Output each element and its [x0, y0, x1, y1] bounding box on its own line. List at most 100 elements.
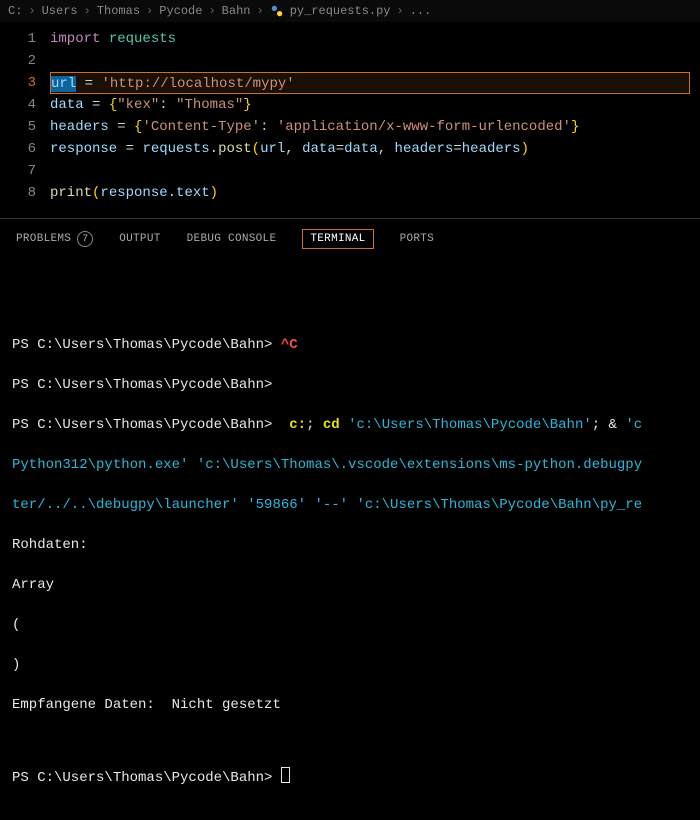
line-number: 1	[0, 28, 36, 50]
breadcrumb-part[interactable]: Users	[42, 4, 78, 18]
variable-selected: url	[51, 76, 76, 92]
terminal-cursor	[281, 767, 290, 783]
terminal-output: (	[12, 615, 688, 635]
cmd-continuation: ter/../..\debugpy\launcher' '59866' '--'…	[12, 497, 642, 513]
line-number: 4	[0, 94, 36, 116]
code-area[interactable]: import requests url = 'http://localhost/…	[50, 28, 700, 204]
argument: url	[260, 141, 285, 157]
cmd-continuation: Python312\python.exe' 'c:\Users\Thomas\.…	[12, 457, 642, 473]
brace: }	[243, 97, 251, 113]
breadcrumb-part[interactable]: Thomas	[97, 4, 140, 18]
colon: :	[260, 119, 277, 135]
comma: ,	[378, 141, 395, 157]
tab-label: OUTPUT	[119, 233, 160, 245]
dot: .	[168, 185, 176, 201]
terminal-line: Python312\python.exe' 'c:\Users\Thomas\.…	[12, 455, 688, 475]
line-number: 6	[0, 138, 36, 160]
terminal-output: Rohdaten:	[12, 535, 688, 555]
tab-terminal[interactable]: TERMINAL	[302, 229, 373, 249]
breadcrumb-part[interactable]: Bahn	[222, 4, 251, 18]
operator: =	[84, 97, 109, 113]
ctrl-c: ^C	[281, 337, 298, 353]
prompt: PS C:\Users\Thomas\Pycode\Bahn>	[12, 337, 272, 353]
chevron-right-icon: ›	[146, 4, 153, 18]
terminal-line: ter/../..\debugpy\launcher' '59866' '--'…	[12, 495, 688, 515]
line-number: 8	[0, 182, 36, 204]
variable: response	[50, 141, 117, 157]
chevron-right-icon: ›	[28, 4, 35, 18]
terminal-line: PS C:\Users\Thomas\Pycode\Bahn>	[12, 375, 688, 395]
comma: ,	[285, 141, 302, 157]
string-literal: 'Content-Type'	[142, 119, 260, 135]
python-file-icon	[270, 4, 284, 18]
string-literal: "Thomas"	[176, 97, 243, 113]
terminal-panel[interactable]: PS C:\Users\Thomas\Pycode\Bahn> ^C PS C:…	[0, 261, 700, 820]
variable: response	[100, 185, 167, 201]
chevron-right-icon: ›	[208, 4, 215, 18]
operator: =	[109, 119, 134, 135]
code-line[interactable]	[50, 160, 700, 182]
kwarg-value: headers	[462, 141, 521, 157]
operator: =	[336, 141, 344, 157]
kwarg-name: data	[302, 141, 336, 157]
paren: )	[521, 141, 529, 157]
tab-debug-console[interactable]: DEBUG CONSOLE	[187, 233, 277, 245]
string-literal: "kex"	[117, 97, 159, 113]
code-line[interactable]: data = {"kex": "Thomas"}	[50, 94, 700, 116]
brace: {	[109, 97, 117, 113]
chevron-right-icon: ›	[397, 4, 404, 18]
tab-problems[interactable]: PROBLEMS 7	[16, 231, 93, 247]
tab-label: DEBUG CONSOLE	[187, 233, 277, 245]
string-literal: 'http://localhost/mypy'	[101, 76, 294, 92]
dot: .	[210, 141, 218, 157]
chevron-right-icon: ›	[84, 4, 91, 18]
code-line[interactable]: print(response.text)	[50, 182, 700, 204]
code-line[interactable]: response = requests.post(url, data=data,…	[50, 138, 700, 160]
chevron-right-icon: ›	[256, 4, 263, 18]
problems-count-badge: 7	[77, 231, 93, 247]
line-number-current: 3	[0, 72, 36, 94]
kwarg-value: data	[344, 141, 378, 157]
tab-output[interactable]: OUTPUT	[119, 233, 160, 245]
module-name: requests	[142, 141, 209, 157]
terminal-line: PS C:\Users\Thomas\Pycode\Bahn> ^C	[12, 335, 688, 355]
module-name: requests	[109, 31, 176, 47]
operator: =	[453, 141, 461, 157]
terminal-output: Array	[12, 575, 688, 595]
breadcrumb: C: › Users › Thomas › Pycode › Bahn › py…	[0, 0, 700, 22]
panel-tab-bar: PROBLEMS 7 OUTPUT DEBUG CONSOLE TERMINAL…	[0, 218, 700, 261]
breadcrumb-file[interactable]: py_requests.py	[290, 4, 391, 18]
terminal-output: )	[12, 655, 688, 675]
prompt: PS C:\Users\Thomas\Pycode\Bahn>	[12, 770, 272, 786]
colon: :	[159, 97, 176, 113]
line-number: 2	[0, 50, 36, 72]
operator: =	[117, 141, 142, 157]
brace: }	[571, 119, 579, 135]
function-name: post	[218, 141, 252, 157]
keyword: import	[50, 31, 100, 47]
property: text	[176, 185, 210, 201]
kwarg-name: headers	[395, 141, 454, 157]
code-line[interactable]: headers = {'Content-Type': 'application/…	[50, 116, 700, 138]
variable: headers	[50, 119, 109, 135]
tab-label: PORTS	[400, 233, 435, 245]
prompt: PS C:\Users\Thomas\Pycode\Bahn>	[12, 417, 272, 433]
line-number-gutter: 1 2 3 4 5 6 7 8	[0, 28, 50, 204]
code-line[interactable]	[50, 50, 700, 72]
tab-label: TERMINAL	[310, 233, 365, 245]
operator: =	[76, 76, 101, 92]
cmd-path: 'c:\Users\Thomas\Pycode\Bahn'	[340, 417, 592, 433]
code-editor[interactable]: 1 2 3 4 5 6 7 8 import requests url = 'h…	[0, 22, 700, 218]
paren: (	[252, 141, 260, 157]
breadcrumb-part[interactable]: C:	[8, 4, 22, 18]
function-name: print	[50, 185, 92, 201]
tab-ports[interactable]: PORTS	[400, 233, 435, 245]
cmd-cd: cd	[323, 417, 340, 433]
code-line-current[interactable]: url = 'http://localhost/mypy'	[50, 72, 690, 94]
variable: data	[50, 97, 84, 113]
tab-label: PROBLEMS	[16, 233, 71, 245]
code-line[interactable]: import requests	[50, 28, 700, 50]
breadcrumb-part[interactable]: Pycode	[159, 4, 202, 18]
string-literal: 'application/x-www-form-urlencoded'	[277, 119, 571, 135]
breadcrumb-trailing[interactable]: ...	[410, 4, 432, 18]
